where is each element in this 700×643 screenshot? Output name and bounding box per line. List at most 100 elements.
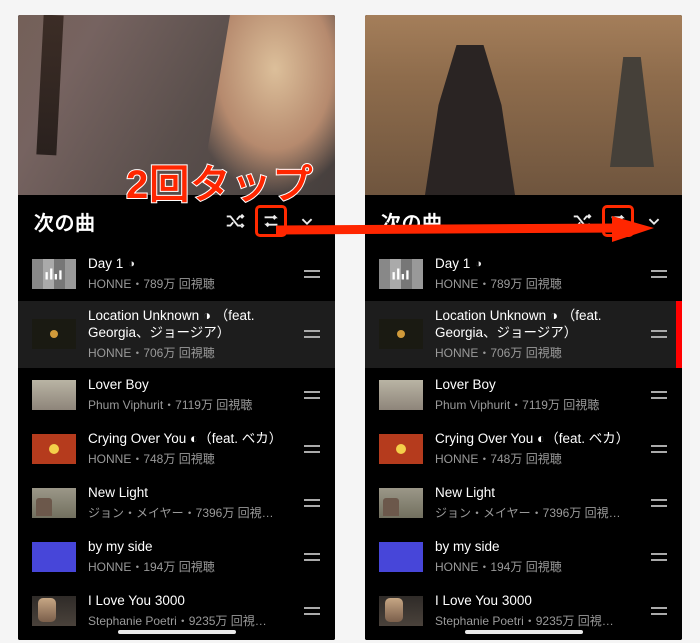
track-meta: Me & You◑ HONNE・581万 回視聴 [435, 639, 636, 640]
video-thumbnail[interactable] [365, 15, 682, 195]
track-thumb [379, 319, 423, 349]
queue-item[interactable]: New Light ジョン・メイヤー・7396万 回視… [365, 476, 682, 530]
drag-handle-icon[interactable] [301, 600, 323, 622]
track-title: Day 1 [435, 256, 470, 273]
track-sub: ジョン・メイヤー・7396万 回視… [435, 504, 636, 521]
track-sub: Phum Viphurit・7119万 回視聴 [435, 396, 636, 413]
drag-handle-icon[interactable] [301, 492, 323, 514]
track-title: by my side [435, 539, 500, 556]
moon-icon: ◑ [475, 258, 482, 272]
track-sub: HONNE・748万 回視聴 [88, 450, 289, 467]
track-title: Crying Over You ◐（feat. ベカ） [88, 431, 282, 448]
track-sub: HONNE・748万 回視聴 [435, 450, 636, 467]
queue-item[interactable]: Lover Boy Phum Viphurit・7119万 回視聴 [18, 368, 335, 422]
track-meta: Lover Boy Phum Viphurit・7119万 回視聴 [88, 377, 289, 413]
track-title: Crying Over You ◐（feat. ベカ） [435, 431, 629, 448]
track-meta: Crying Over You ◐（feat. ベカ） HONNE・748万 回… [88, 431, 289, 467]
track-thumb [32, 319, 76, 349]
track-sub: HONNE・194万 回視聴 [435, 558, 636, 575]
annotation-label: 2回タップ [126, 152, 313, 210]
track-meta: Location Unknown ◑ （feat. Georgia、ジョージア）… [88, 308, 289, 361]
track-thumb [379, 380, 423, 410]
track-thumb [32, 542, 76, 572]
track-sub: Stephanie Poetri・9235万 回視… [435, 612, 636, 629]
track-meta: New Light ジョン・メイヤー・7396万 回視… [435, 485, 636, 521]
track-title: Me & You [435, 639, 493, 640]
track-title: New Light [435, 485, 495, 502]
track-meta: I Love You 3000 Stephanie Poetri・9235万 回… [88, 593, 289, 629]
track-sub: HONNE・706万 回視聴 [88, 344, 289, 361]
drag-handle-icon[interactable] [301, 546, 323, 568]
track-meta: New Light ジョン・メイヤー・7396万 回視… [88, 485, 289, 521]
track-title: by my side [88, 539, 153, 556]
track-meta: Crying Over You ◐（feat. ベカ） HONNE・748万 回… [435, 431, 636, 467]
track-thumb [379, 542, 423, 572]
queue-item[interactable]: Lover Boy Phum Viphurit・7119万 回視聴 [365, 368, 682, 422]
moon-icon: ◑ [128, 258, 135, 272]
queue-item[interactable]: Day 1 ◑ HONNE・789万 回視聴 [365, 247, 682, 301]
queue-item[interactable]: Me & You◑ HONNE・581万 回視聴 [18, 638, 335, 640]
track-title: Lover Boy [435, 377, 496, 394]
track-title: I Love You 3000 [435, 593, 532, 610]
track-sub: Stephanie Poetri・9235万 回視… [88, 612, 289, 629]
track-title: Location Unknown ◑ （feat. Georgia、ジョージア） [88, 308, 289, 342]
track-meta: Lover Boy Phum Viphurit・7119万 回視聴 [435, 377, 636, 413]
drag-handle-icon[interactable] [648, 323, 670, 345]
queue-item[interactable]: New Light ジョン・メイヤー・7396万 回視… [18, 476, 335, 530]
queue-item[interactable]: Day 1 ◑ HONNE・789万 回視聴 [18, 247, 335, 301]
drag-handle-icon[interactable] [301, 263, 323, 285]
track-thumb [32, 434, 76, 464]
track-meta: I Love You 3000 Stephanie Poetri・9235万 回… [435, 593, 636, 629]
track-meta: Day 1 ◑ HONNE・789万 回視聴 [88, 256, 289, 292]
track-title: New Light [88, 485, 148, 502]
queue-item[interactable]: by my side HONNE・194万 回視聴 [365, 530, 682, 584]
queue-item[interactable]: Crying Over You ◐（feat. ベカ） HONNE・748万 回… [18, 422, 335, 476]
drag-handle-icon[interactable] [301, 323, 323, 345]
drag-handle-icon[interactable] [648, 600, 670, 622]
queue-item[interactable]: Location Unknown ◑ （feat. Georgia、ジョージア）… [365, 301, 682, 368]
drag-handle-icon[interactable] [648, 384, 670, 406]
shuffle-icon[interactable] [221, 207, 249, 235]
now-playing-thumb [379, 259, 423, 289]
track-sub: HONNE・789万 回視聴 [435, 275, 636, 292]
track-meta: Day 1 ◑ HONNE・789万 回視聴 [435, 256, 636, 292]
home-indicator[interactable] [465, 630, 583, 634]
queue-item[interactable]: Location Unknown ◑ （feat. Georgia、ジョージア）… [18, 301, 335, 368]
track-sub: ジョン・メイヤー・7396万 回視… [88, 504, 289, 521]
track-meta: Location Unknown ◑ （feat. Georgia、ジョージア）… [435, 308, 636, 361]
drag-handle-icon[interactable] [648, 263, 670, 285]
drag-handle-icon[interactable] [648, 546, 670, 568]
track-sub: Phum Viphurit・7119万 回視聴 [88, 396, 289, 413]
track-thumb [379, 488, 423, 518]
track-title: Me & You [88, 639, 146, 640]
track-meta: Me & You◑ HONNE・581万 回視聴 [88, 639, 289, 640]
queue-list[interactable]: Day 1 ◑ HONNE・789万 回視聴 Location Unknown ◑… [365, 247, 682, 640]
track-title: I Love You 3000 [88, 593, 185, 610]
track-thumb [32, 380, 76, 410]
queue-list[interactable]: Day 1 ◑ HONNE・789万 回視聴 Location Unknown ◑… [18, 247, 335, 640]
track-thumb [379, 596, 423, 626]
track-meta: by my side HONNE・194万 回視聴 [88, 539, 289, 575]
drag-handle-icon[interactable] [301, 438, 323, 460]
arrow-annotation-icon [276, 216, 654, 244]
home-indicator[interactable] [118, 630, 236, 634]
track-thumb [32, 596, 76, 626]
track-title: Location Unknown ◑ （feat. Georgia、ジョージア） [435, 308, 636, 342]
drag-handle-icon[interactable] [301, 384, 323, 406]
phone-right: 次の曲 Day 1◑ HONNE・789万 回視聴 Location Unkno… [365, 15, 682, 640]
phone-left: 次の曲 Day 1 ◑ HONNE・789万 回視聴 Location Unkno… [18, 15, 335, 640]
queue-item[interactable]: by my side HONNE・194万 回視聴 [18, 530, 335, 584]
now-playing-thumb [32, 259, 76, 289]
drag-handle-icon[interactable] [648, 438, 670, 460]
queue-title: 次の曲 [34, 207, 213, 236]
track-sub: HONNE・789万 回視聴 [88, 275, 289, 292]
track-sub: HONNE・194万 回視聴 [88, 558, 289, 575]
queue-item[interactable]: Me & You◑ HONNE・581万 回視聴 [365, 638, 682, 640]
track-title: Lover Boy [88, 377, 149, 394]
progress-indicator [676, 301, 682, 368]
queue-item[interactable]: Crying Over You ◐（feat. ベカ） HONNE・748万 回… [365, 422, 682, 476]
track-title: Day 1 [88, 256, 123, 273]
track-thumb [379, 434, 423, 464]
track-sub: HONNE・706万 回視聴 [435, 344, 636, 361]
drag-handle-icon[interactable] [648, 492, 670, 514]
